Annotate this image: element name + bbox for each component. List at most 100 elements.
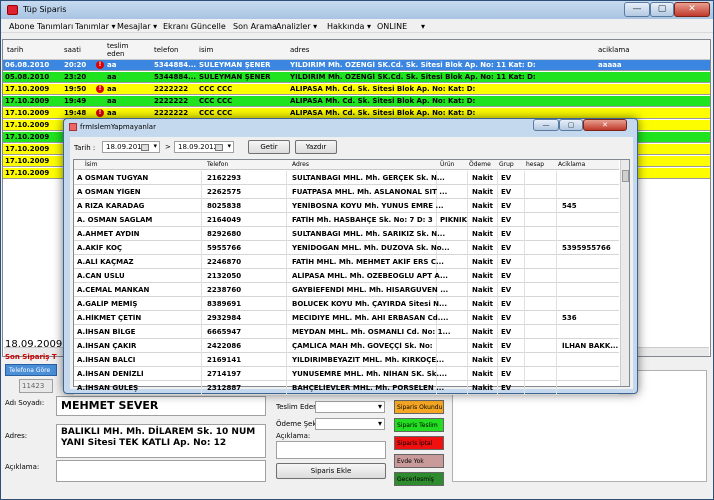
column-divider — [436, 213, 437, 227]
column-divider — [201, 227, 202, 241]
status-legend-item[interactable]: Evde Yok — [394, 454, 444, 468]
order-address: ALIPASA Mh. Cd. Sk. Sitesi Blok Ap. No: … — [290, 109, 476, 117]
customer-address: FATİH Mh. HASBAHÇE Sk. No: 7 D: 3 — [292, 216, 433, 224]
inactive-customers-grid[interactable]: İsim Telefon Adres Ürün Ödeme Grup hesap… — [73, 159, 630, 395]
col-telefon[interactable]: Telefon — [207, 161, 228, 168]
col-grup[interactable]: Grup — [499, 161, 514, 168]
col-saati[interactable]: saati — [64, 46, 81, 54]
table-row[interactable]: A. OSMAN SAĞLAM 2164049 FATİH Mh. HASBAHÇE… — [74, 213, 619, 227]
table-row[interactable]: A.ALİ KAÇMAZ 2246870 FATİH MHL. Mh. MEHMET… — [74, 255, 619, 269]
table-row[interactable]: A.İHSAN ÇAKIR 2422086 ÇAMLICA MAH Mh. GÖVE… — [74, 339, 619, 353]
dialog-minimize-button[interactable]: — — [533, 119, 559, 131]
menu-guncelle[interactable]: Ekranı Güncelle — [163, 22, 226, 31]
col-urun[interactable]: Ürün — [440, 161, 454, 168]
status-legend-item[interactable]: Siparis Okundu — [394, 400, 444, 414]
customer-name: A RIZA KARADAĞ — [77, 202, 145, 210]
customer-payment: Nakit — [472, 188, 493, 196]
warning-icon: ! — [96, 61, 104, 69]
tab-by-phone[interactable]: Telefona Göre — [5, 364, 57, 376]
name-field[interactable]: MEHMET SEVER — [56, 396, 266, 416]
table-row[interactable]: 05.08.2010 23:20 aa 5344884... SÜLEYMAN ŞENE… — [3, 72, 710, 83]
delivered-by-select[interactable] — [315, 401, 385, 413]
order-address: YILDIRIM Mh. ÖZENGİ SK.Cd. Sk. Sitesi Bl… — [290, 61, 536, 69]
dialog-maximize-button[interactable]: ▢ — [559, 119, 583, 131]
calendar-icon — [141, 144, 149, 151]
col-isim[interactable]: İsim — [85, 161, 97, 168]
maximize-button[interactable]: ▢ — [650, 2, 674, 17]
customer-phone: 2164049 — [207, 216, 242, 224]
menu-online[interactable]: ONLINE — [377, 22, 407, 31]
col-odeme[interactable]: Ödeme — [469, 161, 491, 168]
table-row[interactable]: A.İHSAN DENİZLİ 2714197 YUNUSEMRE MHL. Mh.… — [74, 367, 619, 381]
col-aciklama[interactable]: Aciklama — [558, 161, 585, 168]
customer-phone: 2262575 — [207, 188, 242, 196]
address-field[interactable]: BALIKLI MH. Mh. DİLAREM Sk. 10 NUM YANI … — [56, 424, 266, 458]
customer-payment: Nakit — [472, 174, 493, 182]
menu-online-dropdown-icon[interactable]: ▾ — [421, 22, 425, 31]
customer-address: FUATPASA MHL. Mh. ASLANÖNAL SIT ... — [292, 188, 448, 196]
inactive-vertical-scrollbar[interactable] — [620, 160, 629, 386]
customer-group: EV — [501, 272, 512, 280]
menu-tanimlar[interactable]: Tanımlar ▾ — [75, 22, 116, 31]
column-divider — [286, 199, 287, 213]
table-row[interactable]: A.İHSAN BİLGE 6665947 MEYDAN MHL. Mh. OSMA… — [74, 325, 619, 339]
table-row[interactable]: A.AKİF KOÇ 5955766 YENİDOGAN MHL. Mh. DÜZO… — [74, 241, 619, 255]
add-order-button[interactable]: Siparis Ekle — [276, 463, 386, 479]
customer-payment: Nakit — [472, 216, 493, 224]
table-row[interactable]: A.AHMET AYDIN 8292680 SULTANBAGI MHL. Mh. … — [74, 227, 619, 241]
table-row[interactable]: 06.08.2010 20:20 aa 5344884... SÜLEYMAN ŞENE… — [3, 60, 710, 71]
order-name: CCC CCC — [199, 85, 233, 93]
get-button[interactable]: Getir — [248, 140, 290, 154]
column-divider — [524, 241, 525, 255]
col-tarih[interactable]: tarih — [7, 46, 23, 54]
table-row[interactable]: A OSMAN TUĞYAN 2162293 SULTANBAGI MHL. Mh.… — [74, 171, 619, 185]
order-time: 19:49 — [64, 97, 87, 105]
menu-analizler[interactable]: Analizler ▾ — [276, 22, 317, 31]
column-divider — [201, 325, 202, 339]
col-aciklama[interactable]: aciklama — [598, 46, 629, 54]
table-row[interactable]: A RIZA KARADAĞ 8025838 YENİBOSNA KÖYÜ Mh. … — [74, 199, 619, 213]
col-adres[interactable]: Adres — [292, 161, 309, 168]
table-row[interactable]: A.CEMAL MANKAN 2238760 GAYBİEFENDİ MHL. Mh… — [74, 283, 619, 297]
col-adres[interactable]: adres — [290, 46, 309, 54]
status-legend-item[interactable]: Siparis Teslim — [394, 418, 444, 432]
table-row[interactable]: A.İHSAN GÜLEŞ 2312887 BAHÇELİEVLER MHL. Mh… — [74, 381, 619, 395]
column-divider — [201, 255, 202, 269]
table-row[interactable]: A.CAN USLU 2132050 ALİPASA MHL. Mh. ÖZEBEO… — [74, 269, 619, 283]
col-teslim[interactable]: teslim eden — [107, 42, 131, 58]
table-row[interactable]: A.HİKMET ÇETİN 2932984 MECIDIYE MHL. Mh. A… — [74, 311, 619, 325]
print-button[interactable]: Yazdır — [295, 140, 337, 154]
col-telefon[interactable]: telefon — [154, 46, 179, 54]
note-field[interactable] — [56, 460, 266, 482]
column-divider — [467, 185, 468, 199]
column-divider — [524, 367, 525, 381]
menu-mesajlar[interactable]: Mesajlar ▾ — [117, 22, 157, 31]
col-hesap[interactable]: hesap — [526, 161, 544, 168]
col-isim[interactable]: isim — [199, 46, 213, 54]
status-legend-item[interactable]: Siparis İptal — [394, 436, 444, 450]
close-button[interactable]: ✕ — [674, 2, 710, 17]
column-divider — [524, 339, 525, 353]
column-divider — [497, 367, 498, 381]
menu-hakkinda[interactable]: Hakkında ▾ — [327, 22, 371, 31]
note2-field[interactable] — [276, 441, 386, 459]
customer-address: SULTANBAGI MHL. Mh. GERÇEK Sk. N... — [292, 174, 445, 182]
scroll-thumb[interactable] — [622, 170, 629, 182]
customer-id-field[interactable]: 11423 — [19, 379, 53, 393]
minimize-button[interactable]: — — [624, 2, 650, 17]
table-row[interactable]: A OSMAN YİĞEN 2262575 FUATPASA MHL. Mh. AS… — [74, 185, 619, 199]
column-divider — [286, 241, 287, 255]
date-from-picker[interactable]: 18.09.2012 ▾ — [102, 141, 160, 153]
table-row[interactable]: 17.10.2009 19:50 aa 2222222 CCC CCC ALIPASA M… — [3, 84, 710, 95]
column-divider — [201, 171, 202, 185]
table-row[interactable]: A.İHSAN BALCI 2169141 YILDIRIMBEYAZIT MHL.… — [74, 353, 619, 367]
column-divider — [286, 367, 287, 381]
menu-abone[interactable]: Abone Tanımları — [9, 22, 73, 31]
date-to-picker[interactable]: 18.09.2012 ▾ — [174, 141, 234, 153]
dialog-close-button[interactable]: ✕ — [583, 119, 627, 131]
payment-select[interactable] — [315, 418, 385, 430]
table-row[interactable]: A.GALİP MEMİŞ 8389691 BÖLÜCEK KÖYÜ Mh. ÇAY… — [74, 297, 619, 311]
menu-son-arama[interactable]: Son Arama — [233, 22, 277, 31]
status-legend-item[interactable]: Gecerlesmiş — [394, 472, 444, 486]
table-row[interactable]: 17.10.2009 19:49 aa 2222222 CCC CCC ALIPASA M… — [3, 96, 710, 107]
